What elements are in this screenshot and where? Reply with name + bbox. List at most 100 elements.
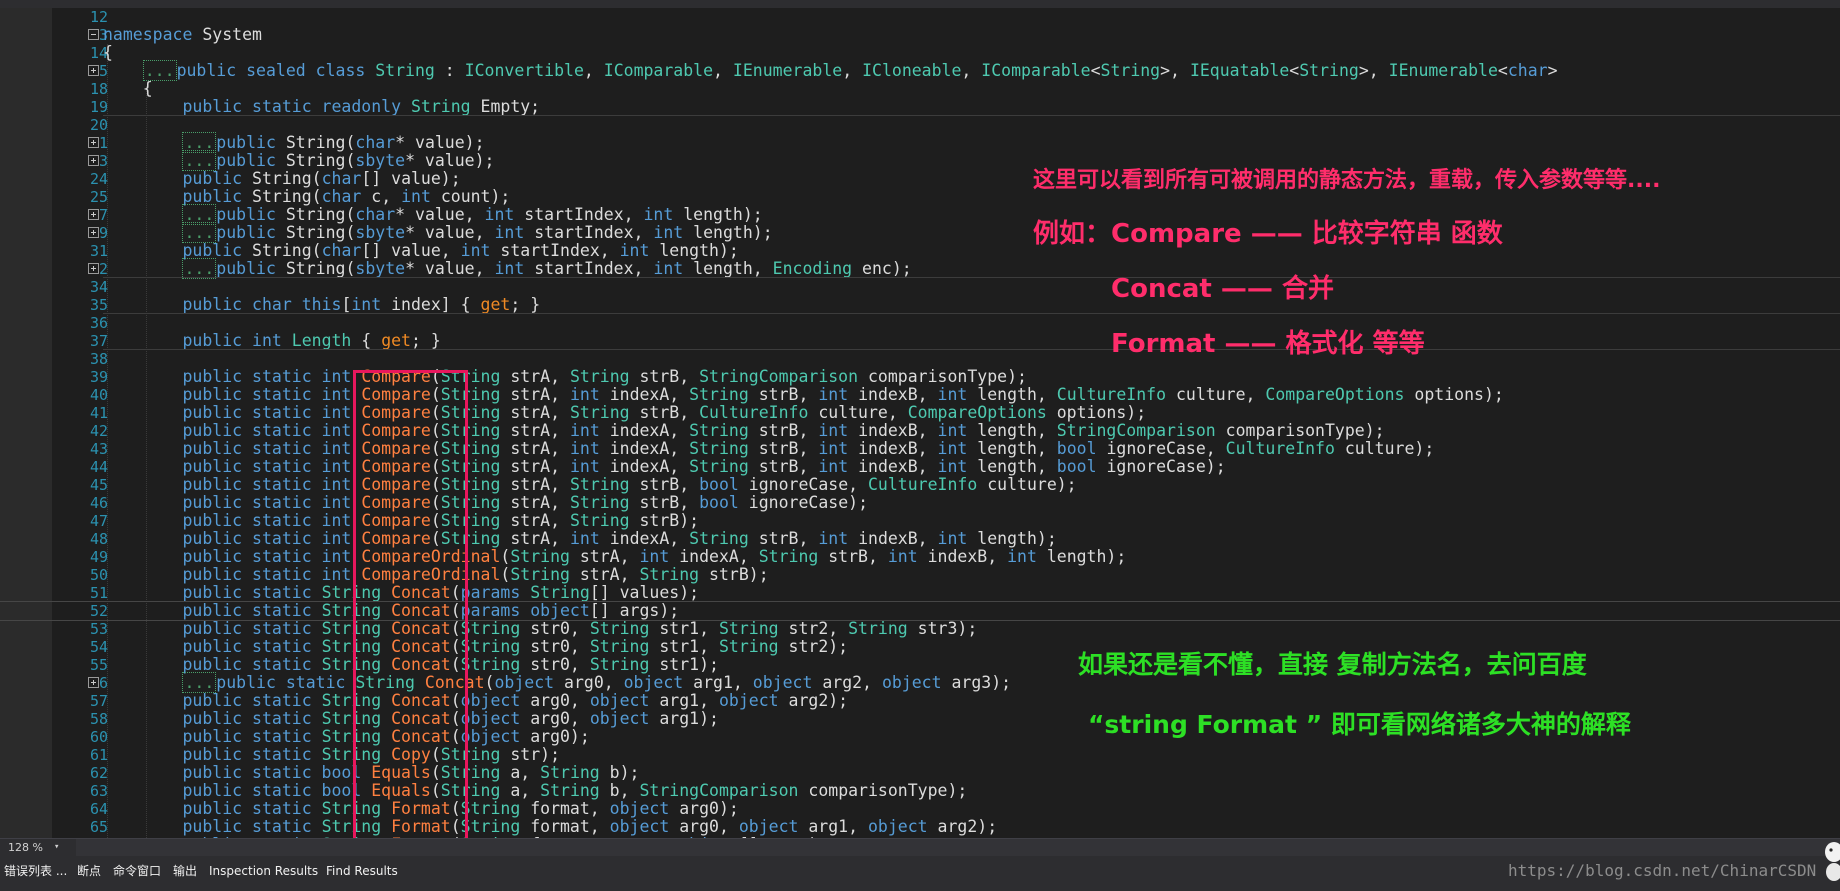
tab-breakpoints[interactable]: 断点 [77, 856, 101, 886]
code-text[interactable]: public static String Format(String forma… [103, 818, 997, 836]
code-line[interactable]: 47 public static int Compare(String strA… [0, 512, 1840, 531]
code-line[interactable]: 32 ...public String(sbyte* value, int st… [0, 258, 1840, 279]
code-line[interactable]: 18 { [0, 80, 1840, 99]
code-line[interactable]: 19 public static readonly String Empty; [0, 98, 1840, 116]
code-text[interactable]: public static int Compare(String strA, i… [103, 386, 1503, 404]
code-text[interactable]: public static String Concat(object arg0)… [103, 728, 589, 746]
code-line[interactable]: 63 public static bool Equals(String a, S… [0, 782, 1840, 801]
code-line[interactable]: 46 public static int Compare(String strA… [0, 494, 1840, 513]
code-line[interactable]: 42 public static int Compare(String strA… [0, 422, 1840, 441]
code-text[interactable]: public static int Compare(String strA, S… [103, 476, 1076, 494]
code-text[interactable]: { [103, 44, 113, 62]
horizontal-scrollbar[interactable] [76, 839, 1840, 856]
code-line[interactable]: 45 public static int Compare(String strA… [0, 476, 1840, 495]
tab-output[interactable]: 输出 [173, 856, 197, 886]
code-text[interactable]: ... public sealed class String : IConvert… [103, 60, 1558, 81]
code-line[interactable]: 14{ [0, 44, 1840, 63]
code-text[interactable]: namespace System [103, 26, 262, 44]
code-line[interactable]: 35 public char this[int index] { get; } [0, 296, 1840, 314]
code-line[interactable]: 38 [0, 350, 1840, 368]
code-text[interactable]: public char this[int index] { get; } [103, 296, 540, 314]
code-text[interactable]: public static readonly String Empty; [103, 98, 540, 116]
expand-outline-icon[interactable] [88, 155, 99, 166]
code-line[interactable]: 20 [0, 116, 1840, 134]
code-token: object [589, 691, 650, 710]
code-line[interactable]: 36 [0, 314, 1840, 332]
code-text[interactable]: { [103, 80, 153, 98]
code-line[interactable]: 53 public static String Concat(String st… [0, 620, 1840, 639]
code-line[interactable]: 40 public static int Compare(String strA… [0, 386, 1840, 405]
code-text[interactable]: public static int Compare(String strA, i… [103, 458, 1225, 476]
code-line[interactable]: 48 public static int Compare(String strA… [0, 529, 1840, 549]
code-line[interactable]: 43 public static int Compare(String strA… [0, 440, 1840, 459]
code-text[interactable]: public String(char[] value); [103, 170, 460, 188]
code-text[interactable]: ... public static String Concat(object ar… [103, 672, 1011, 693]
code-line[interactable]: 61 public static String Copy(String str)… [0, 746, 1840, 765]
code-line[interactable]: 31 public String(char[] value, int start… [0, 241, 1840, 261]
code-line[interactable]: 41 public static int Compare(String strA… [0, 404, 1840, 423]
code-text[interactable]: public static int Compare(String strA, i… [103, 440, 1434, 458]
code-text[interactable]: public static int Compare(String strA, i… [103, 422, 1384, 440]
code-text[interactable]: public int Length { get; } [103, 332, 440, 350]
code-token: b, [599, 781, 640, 800]
code-text[interactable]: public static int Compare(String strA, i… [103, 529, 1056, 548]
code-text[interactable]: ... public String(sbyte* value, int start… [103, 258, 912, 279]
tab-find-results[interactable]: Find Results [326, 856, 398, 886]
expand-outline-icon[interactable] [88, 227, 99, 238]
line-number: 57 [89, 692, 108, 710]
code-line[interactable]: 65 public static String Format(String fo… [0, 818, 1840, 837]
code-token: int [937, 529, 968, 548]
code-line[interactable]: 29 ...public String(sbyte* value, int st… [0, 222, 1840, 243]
code-text[interactable]: ... public String(char* value); [103, 132, 485, 153]
code-text[interactable]: ... public String(sbyte* value); [103, 150, 494, 171]
code-line[interactable]: 49 public static int CompareOrdinal(Stri… [0, 548, 1840, 567]
code-line[interactable]: 34 [0, 278, 1840, 296]
code-text[interactable]: public static String Concat(object arg0,… [103, 692, 848, 710]
zoom-dropdown-icon[interactable]: ▾ [54, 839, 59, 856]
code-token: int [619, 241, 650, 260]
expand-outline-icon[interactable] [88, 263, 99, 274]
code-line[interactable]: 64 public static String Format(String fo… [0, 800, 1840, 819]
collapsed-region-marker[interactable]: ... [142, 60, 177, 81]
code-text[interactable]: public String(char c, int count); [103, 188, 510, 206]
code-line[interactable]: 62 public static bool Equals(String a, S… [0, 764, 1840, 783]
code-text[interactable]: public static String Concat(String str0,… [103, 638, 848, 656]
code-line[interactable]: 44 public static int Compare(String strA… [0, 458, 1840, 477]
code-token: strA, [569, 547, 640, 566]
code-line[interactable]: 21 ...public String(char* value); [0, 132, 1840, 153]
tab-error-list[interactable]: 错误列表 ... [4, 856, 67, 886]
expand-outline-icon[interactable] [88, 677, 99, 688]
code-token: public static [182, 709, 312, 728]
code-line[interactable]: 27 ...public String(char* value, int sta… [0, 204, 1840, 225]
code-text[interactable]: public static int CompareOrdinal(String … [103, 548, 1126, 566]
tab-command-window[interactable]: 命令窗口 [113, 856, 161, 886]
code-line[interactable]: 52 public static String Concat(params ob… [0, 601, 1840, 621]
collapsed-region-marker[interactable]: ... [182, 222, 217, 243]
code-line[interactable]: 37 public int Length { get; } [0, 332, 1840, 350]
code-text[interactable]: public static bool Equals(String a, Stri… [103, 782, 967, 800]
code-text[interactable]: public static int Compare(String strA, S… [103, 494, 868, 512]
code-text[interactable]: public static int Compare(String strA, S… [103, 368, 1026, 386]
collapsed-region-marker[interactable]: ... [182, 258, 217, 279]
expand-outline-icon[interactable] [88, 137, 99, 148]
code-editor[interactable]: 1213namespace System14{15 ...public seal… [0, 8, 1840, 838]
code-token: int [351, 295, 382, 314]
code-text[interactable]: ... public String(sbyte* value, int start… [103, 222, 773, 243]
zoom-level[interactable]: 128 % [8, 839, 43, 856]
expand-outline-icon[interactable] [88, 209, 99, 220]
code-text[interactable]: public static String Copy(String str); [103, 746, 560, 764]
code-line[interactable]: 15 ...public sealed class String : IConv… [0, 60, 1840, 81]
code-text[interactable]: public static String Concat(String str0,… [103, 620, 977, 638]
code-line[interactable]: 39 public static int Compare(String strA… [0, 368, 1840, 387]
collapsed-region-marker[interactable]: ... [182, 672, 217, 693]
code-line[interactable]: 12 [0, 8, 1840, 26]
code-text[interactable]: public static int Compare(String strA, S… [103, 404, 1146, 422]
collapse-outline-icon[interactable] [88, 29, 99, 40]
code-line[interactable]: 13namespace System [0, 26, 1840, 44]
collapsed-region-marker[interactable]: ... [182, 150, 217, 171]
code-line[interactable]: 51 public static String Concat(params St… [0, 584, 1840, 603]
expand-outline-icon[interactable] [88, 65, 99, 76]
code-line[interactable]: 50 public static int CompareOrdinal(Stri… [0, 566, 1840, 585]
tab-inspection-results[interactable]: Inspection Results [209, 856, 318, 886]
